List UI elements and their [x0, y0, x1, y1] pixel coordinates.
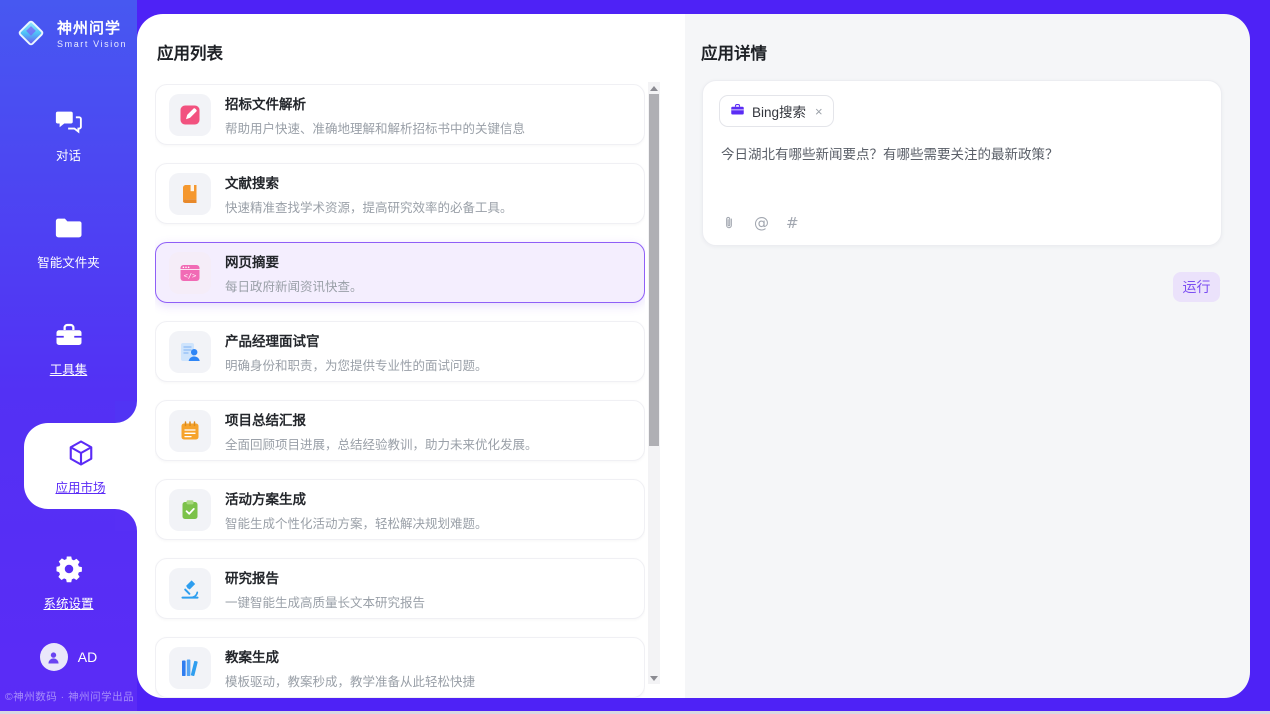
sidebar-item-label: 智能文件夹	[37, 252, 100, 271]
app-item-description: 每日政府新闻资讯快查。	[225, 276, 363, 295]
chat-icon	[54, 106, 84, 136]
app-item-description: 明确身份和职责，为您提供专业性的面试问题。	[225, 355, 488, 374]
app-list-item-6[interactable]: 研究报告 一键智能生成高质量长文本研究报告	[155, 558, 645, 619]
browser-code-icon: </>	[169, 252, 211, 294]
hash-icon[interactable]: #	[786, 214, 799, 232]
app-item-description: 一键智能生成高质量长文本研究报告	[225, 592, 425, 611]
books-icon	[169, 647, 211, 689]
composer-actions: @#	[721, 214, 799, 232]
app-item-name: 网页摘要	[225, 251, 363, 271]
app-list-item-4[interactable]: 项目总结汇报 全面回顾项目进展，总结经验教训，助力未来优化发展。	[155, 400, 645, 461]
app-item-description: 智能生成个性化活动方案，轻松解决规划难题。	[225, 513, 488, 532]
sidebar-item-label: 应用市场	[55, 477, 105, 496]
app-list-item-2[interactable]: </> 网页摘要 每日政府新闻资讯快查。	[155, 242, 645, 303]
app-item-name: 项目总结汇报	[225, 409, 538, 429]
brand-title: 神州问学	[57, 21, 127, 38]
scrollbar-up-arrow-icon[interactable]	[648, 82, 660, 94]
scrollbar-thumb[interactable]	[649, 94, 659, 446]
sidebar-item-toolset[interactable]: 工具集	[0, 316, 137, 382]
app-list-item-1[interactable]: 文献搜索 快速精准查找学术资源，提高研究效率的必备工具。	[155, 163, 645, 224]
copyright-text: ©神州数码 · 神州问学出品	[5, 689, 134, 704]
sidebar-item-label: 对话	[56, 145, 81, 164]
app-list-title: 应用列表	[157, 40, 223, 64]
prompt-card: Bing搜索 × 今日湖北有哪些新闻要点？有哪些需要关注的最新政策？ @#	[702, 80, 1222, 246]
close-icon[interactable]: ×	[815, 105, 823, 118]
app-item-description: 模板驱动，教案秒成，教学准备从此轻松快捷	[225, 671, 475, 690]
app-list-panel: 应用列表 招标文件解析 帮助用户快速、准确地理解和解析招标书中的关键信息 文献搜…	[137, 14, 685, 698]
sidebar-item-smart-folders[interactable]: 智能文件夹	[0, 209, 137, 275]
app-item-description: 全面回顾项目进展，总结经验教训，助力未来优化发展。	[225, 434, 538, 453]
user-avatar	[40, 643, 68, 671]
svg-text:</>: </>	[184, 271, 197, 279]
user-label: AD	[78, 649, 97, 665]
pen-square-icon	[169, 94, 211, 136]
sidebar-item-system-settings[interactable]: 系统设置	[0, 550, 137, 616]
app-list-item-7[interactable]: 教案生成 模板驱动，教案秒成，教学准备从此轻松快捷	[155, 637, 645, 698]
app-detail-panel: 应用详情 Bing搜索 × 今日湖北有哪些新闻要点？有哪些需要关注的最新政策？ …	[685, 14, 1250, 698]
app-item-name: 教案生成	[225, 646, 475, 666]
gear-icon	[54, 554, 84, 584]
app-item-name: 产品经理面试官	[225, 330, 488, 350]
run-button[interactable]: 运行	[1173, 272, 1220, 302]
app-item-name: 招标文件解析	[225, 93, 525, 113]
prompt-input[interactable]: 今日湖北有哪些新闻要点？有哪些需要关注的最新政策？	[721, 145, 1203, 165]
clipboard-check-icon	[169, 489, 211, 531]
sidebar-nav: 对话 智能文件夹 工具集 应用市场 系统设置	[0, 102, 137, 616]
user-account[interactable]: AD	[0, 643, 137, 671]
app-item-name: 文献搜索	[225, 172, 513, 192]
sidebar-item-app-market[interactable]: 应用市场	[24, 423, 137, 509]
brand-subtitle: Smart Vision	[57, 40, 127, 50]
app-item-name: 研究报告	[225, 567, 425, 587]
app-item-description: 快速精准查找学术资源，提高研究效率的必备工具。	[225, 197, 513, 216]
app-logo: 神州问学 Smart Vision	[12, 14, 127, 57]
sidebar-item-label: 工具集	[50, 359, 88, 378]
main-content: 应用列表 招标文件解析 帮助用户快速、准确地理解和解析招标书中的关键信息 文献搜…	[137, 14, 1250, 698]
app-item-description: 帮助用户快速、准确地理解和解析招标书中的关键信息	[225, 118, 525, 137]
app-detail-title: 应用详情	[701, 40, 767, 64]
brand-diamond-icon	[12, 14, 50, 57]
folder-icon	[54, 213, 84, 243]
tool-tag-label: Bing搜索	[752, 101, 806, 121]
sidebar-item-label: 系统设置	[43, 593, 93, 612]
microscope-icon	[169, 568, 211, 610]
cube-icon	[66, 438, 96, 468]
briefcase-icon	[730, 102, 745, 120]
note-icon	[169, 410, 211, 452]
sidebar-item-chat[interactable]: 对话	[0, 102, 137, 168]
toolbox-icon	[54, 320, 84, 350]
scrollbar-down-arrow-icon[interactable]	[648, 672, 660, 684]
scrollbar-track[interactable]	[648, 82, 660, 684]
active-tab-notch-bottom	[115, 509, 137, 531]
app-list-item-5[interactable]: 活动方案生成 智能生成个性化活动方案，轻松解决规划难题。	[155, 479, 645, 540]
tool-tag-bing-search: Bing搜索 ×	[719, 95, 834, 127]
book-icon	[169, 173, 211, 215]
app-item-name: 活动方案生成	[225, 488, 488, 508]
app-list-item-3[interactable]: 产品经理面试官 明确身份和职责，为您提供专业性的面试问题。	[155, 321, 645, 382]
interviewer-icon	[169, 331, 211, 373]
app-list-item-0[interactable]: 招标文件解析 帮助用户快速、准确地理解和解析招标书中的关键信息	[155, 84, 645, 145]
paperclip-icon[interactable]	[721, 215, 737, 231]
app-list: 招标文件解析 帮助用户快速、准确地理解和解析招标书中的关键信息 文献搜索 快速精…	[155, 84, 645, 698]
sidebar: 神州问学 Smart Vision 对话 智能文件夹 工具集 应用市场 系统设置…	[0, 0, 137, 711]
active-tab-notch-top	[115, 401, 137, 423]
at-icon[interactable]: @	[754, 214, 769, 232]
